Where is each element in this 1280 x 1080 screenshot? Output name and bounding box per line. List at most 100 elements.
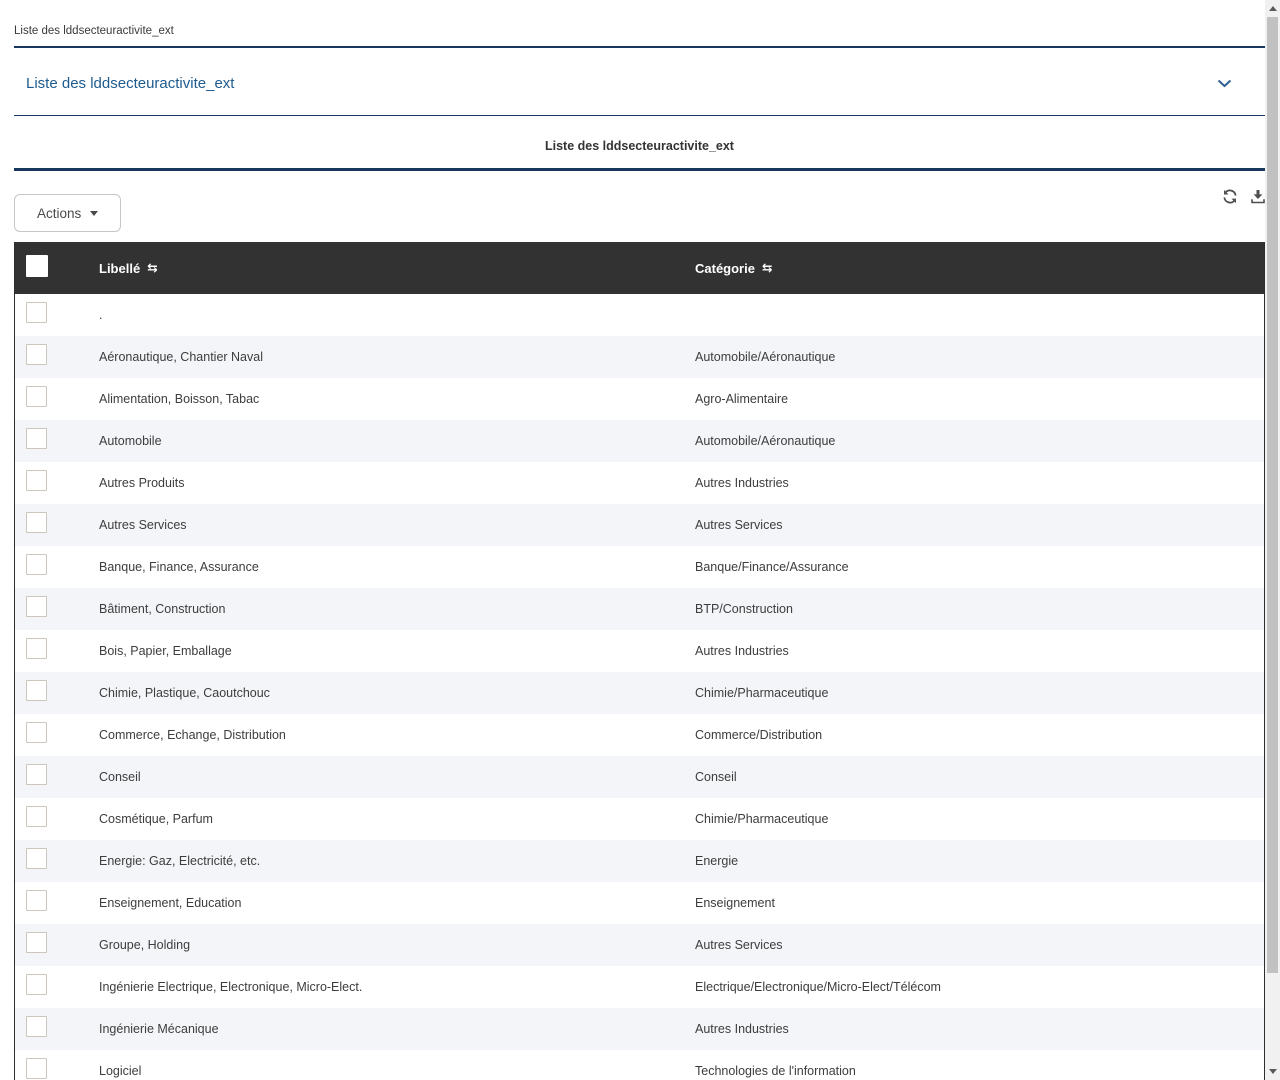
- row-checkbox[interactable]: [26, 596, 47, 617]
- row-checkbox[interactable]: [26, 722, 47, 743]
- cell-libelle: Bois, Papier, Emballage: [99, 644, 695, 658]
- column-header-libelle[interactable]: Libellé ⇆: [99, 261, 695, 276]
- table-row[interactable]: Alimentation, Boisson, Tabac Agro-Alimen…: [15, 378, 1264, 420]
- table-row[interactable]: Autres Services Autres Services: [15, 504, 1264, 546]
- cell-libelle: Cosmétique, Parfum: [99, 812, 695, 826]
- row-checkbox[interactable]: [26, 680, 47, 701]
- table-row[interactable]: Logiciel Technologies de l'information: [15, 1050, 1264, 1080]
- cell-libelle: Commerce, Echange, Distribution: [99, 728, 695, 742]
- caret-down-icon: [90, 211, 98, 216]
- cell-libelle: Alimentation, Boisson, Tabac: [99, 392, 695, 406]
- row-checkbox[interactable]: [26, 1016, 47, 1037]
- table-row[interactable]: Enseignement, Education Enseignement: [15, 882, 1264, 924]
- cell-categorie: Commerce/Distribution: [695, 728, 1264, 742]
- cell-categorie: Enseignement: [695, 896, 1264, 910]
- cell-categorie: Chimie/Pharmaceutique: [695, 812, 1264, 826]
- cell-libelle: Automobile: [99, 434, 695, 448]
- row-checkbox[interactable]: [26, 848, 47, 869]
- tab-liste-lddsecteuractivite[interactable]: Liste des lddsecteuractivite_ext: [14, 25, 174, 37]
- table-row[interactable]: Bâtiment, Construction BTP/Construction: [15, 588, 1264, 630]
- cell-categorie: Chimie/Pharmaceutique: [695, 686, 1264, 700]
- row-checkbox[interactable]: [26, 638, 47, 659]
- scrollbar[interactable]: [1265, 0, 1280, 1080]
- row-checkbox[interactable]: [26, 1058, 47, 1079]
- cell-categorie: Autres Industries: [695, 644, 1264, 658]
- column-label-libelle: Libellé: [99, 261, 140, 276]
- cell-categorie: Autres Industries: [695, 476, 1264, 490]
- data-table: Libellé ⇆ Catégorie ⇆ . Aéronautique, Ch…: [14, 242, 1265, 1080]
- row-checkbox[interactable]: [26, 386, 47, 407]
- page-title: Liste des lddsecteuractivite_ext: [545, 139, 734, 153]
- tab-bar: Liste des lddsecteuractivite_ext: [14, 0, 1265, 48]
- cell-libelle: Banque, Finance, Assurance: [99, 560, 695, 574]
- table-row[interactable]: Ingénierie Mécanique Autres Industries: [15, 1008, 1264, 1050]
- row-checkbox[interactable]: [26, 470, 47, 491]
- cell-libelle: Bâtiment, Construction: [99, 602, 695, 616]
- cell-libelle: .: [99, 308, 695, 322]
- sort-icon[interactable]: ⇆: [762, 262, 772, 275]
- row-checkbox[interactable]: [26, 344, 47, 365]
- sort-icon[interactable]: ⇆: [147, 262, 157, 275]
- cell-libelle: Aéronautique, Chantier Naval: [99, 350, 695, 364]
- table-row[interactable]: Conseil Conseil: [15, 756, 1264, 798]
- actions-button-label: Actions: [37, 206, 81, 221]
- cell-categorie: Banque/Finance/Assurance: [695, 560, 1264, 574]
- cell-libelle: Chimie, Plastique, Caoutchouc: [99, 686, 695, 700]
- toolbar: Actions: [14, 171, 1265, 242]
- cell-libelle: Conseil: [99, 770, 695, 784]
- cell-categorie: Autres Industries: [695, 1022, 1264, 1036]
- cell-libelle: Groupe, Holding: [99, 938, 695, 952]
- row-checkbox[interactable]: [26, 302, 47, 323]
- main-content: Liste des lddsecteuractivite_ext Liste d…: [14, 0, 1265, 1080]
- actions-button[interactable]: Actions: [14, 194, 121, 232]
- row-checkbox[interactable]: [26, 554, 47, 575]
- column-header-categorie[interactable]: Catégorie ⇆: [695, 261, 1264, 276]
- panel-title: Liste des lddsecteuractivite_ext: [26, 75, 234, 92]
- scroll-down-icon[interactable]: [1269, 1069, 1277, 1074]
- table-header: Libellé ⇆ Catégorie ⇆: [15, 242, 1264, 294]
- table-row[interactable]: Banque, Finance, Assurance Banque/Financ…: [15, 546, 1264, 588]
- cell-categorie: Energie: [695, 854, 1264, 868]
- cell-libelle: Autres Services: [99, 518, 695, 532]
- table-row[interactable]: Bois, Papier, Emballage Autres Industrie…: [15, 630, 1264, 672]
- cell-categorie: Agro-Alimentaire: [695, 392, 1264, 406]
- cell-categorie: Autres Services: [695, 518, 1264, 532]
- row-checkbox[interactable]: [26, 890, 47, 911]
- download-icon[interactable]: [1251, 189, 1265, 204]
- table-row[interactable]: Chimie, Plastique, Caoutchouc Chimie/Pha…: [15, 672, 1264, 714]
- row-checkbox[interactable]: [26, 512, 47, 533]
- cell-categorie: Automobile/Aéronautique: [695, 434, 1264, 448]
- cell-categorie: Autres Services: [695, 938, 1264, 952]
- row-checkbox[interactable]: [26, 428, 47, 449]
- cell-categorie: BTP/Construction: [695, 602, 1264, 616]
- title-row: Liste des lddsecteuractivite_ext: [14, 116, 1265, 171]
- cell-categorie: Conseil: [695, 770, 1264, 784]
- cell-categorie: Technologies de l'information: [695, 1064, 1264, 1078]
- table-row[interactable]: Energie: Gaz, Electricité, etc. Energie: [15, 840, 1264, 882]
- cell-libelle: Logiciel: [99, 1064, 695, 1078]
- cell-libelle: Energie: Gaz, Electricité, etc.: [99, 854, 695, 868]
- table-row[interactable]: .: [15, 294, 1264, 336]
- row-checkbox[interactable]: [26, 932, 47, 953]
- toolbar-icons: [1222, 189, 1265, 204]
- chevron-down-icon[interactable]: [1217, 79, 1232, 88]
- table-row[interactable]: Ingénierie Electrique, Electronique, Mic…: [15, 966, 1264, 1008]
- scrollbar-thumb[interactable]: [1267, 17, 1278, 973]
- collapse-panel-header[interactable]: Liste des lddsecteuractivite_ext: [14, 48, 1265, 116]
- table-row[interactable]: Groupe, Holding Autres Services: [15, 924, 1264, 966]
- table-row[interactable]: Autres Produits Autres Industries: [15, 462, 1264, 504]
- scroll-up-icon[interactable]: [1269, 6, 1277, 11]
- row-checkbox[interactable]: [26, 974, 47, 995]
- select-all-checkbox[interactable]: [26, 255, 48, 277]
- table-row[interactable]: Automobile Automobile/Aéronautique: [15, 420, 1264, 462]
- refresh-icon[interactable]: [1222, 189, 1238, 204]
- table-row[interactable]: Cosmétique, Parfum Chimie/Pharmaceutique: [15, 798, 1264, 840]
- column-label-categorie: Catégorie: [695, 261, 755, 276]
- cell-libelle: Ingénierie Mécanique: [99, 1022, 695, 1036]
- table-row[interactable]: Commerce, Echange, Distribution Commerce…: [15, 714, 1264, 756]
- cell-libelle: Enseignement, Education: [99, 896, 695, 910]
- cell-categorie: Automobile/Aéronautique: [695, 350, 1264, 364]
- row-checkbox[interactable]: [26, 806, 47, 827]
- table-row[interactable]: Aéronautique, Chantier Naval Automobile/…: [15, 336, 1264, 378]
- row-checkbox[interactable]: [26, 764, 47, 785]
